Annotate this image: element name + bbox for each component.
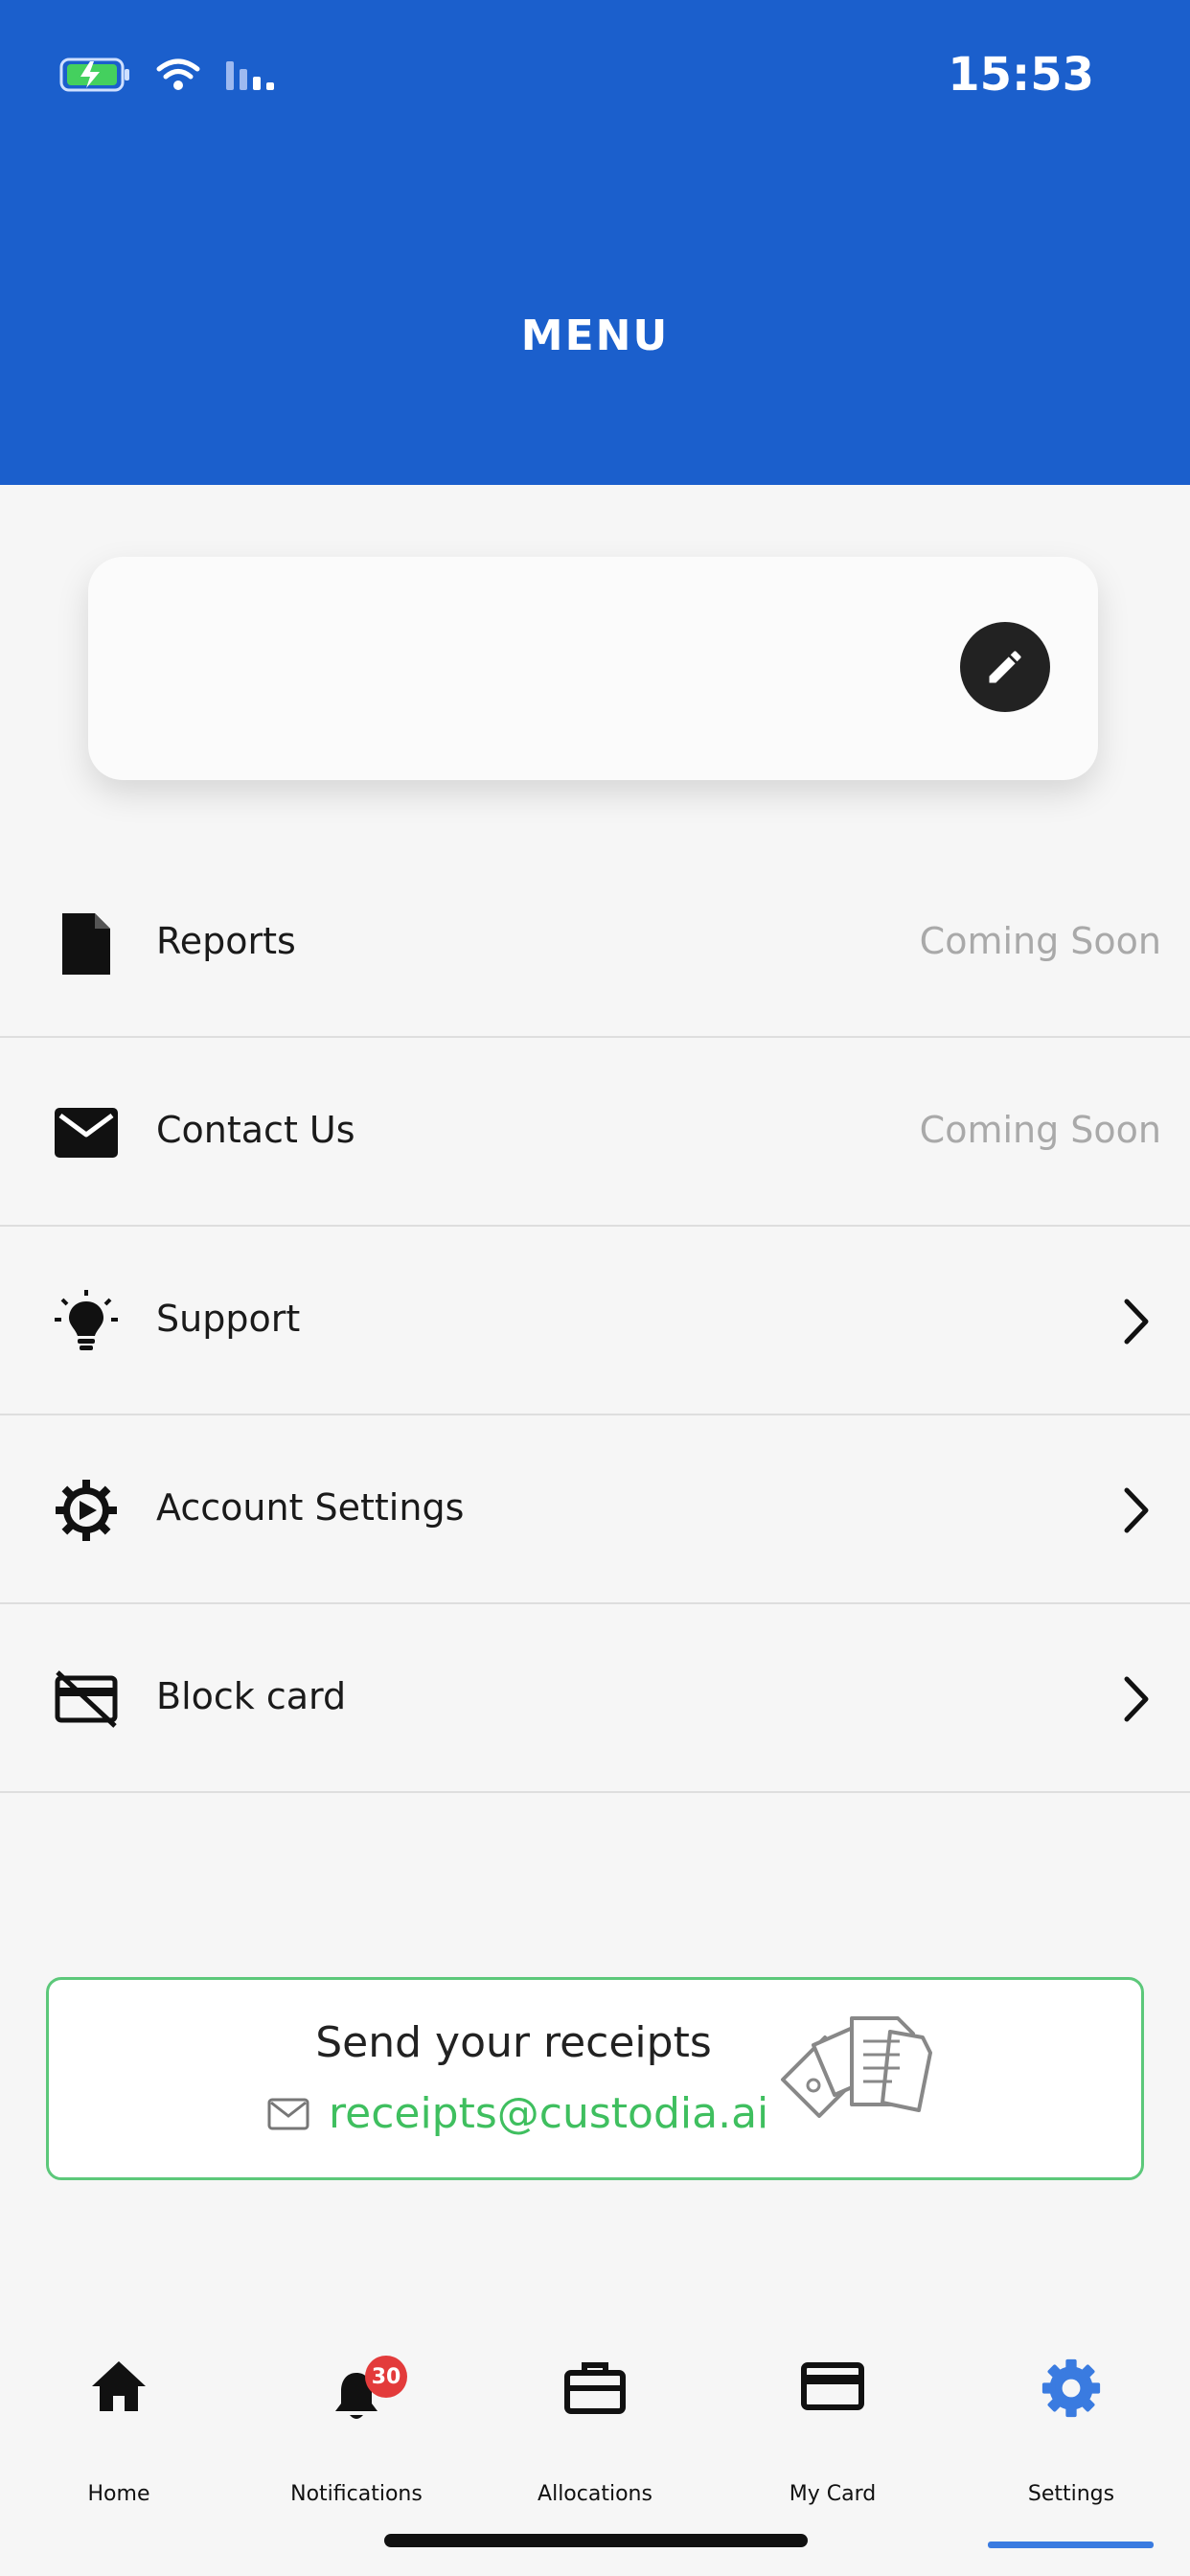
receipts-illustration-icon	[781, 2016, 932, 2118]
menu-item-label: Contact Us	[156, 1109, 355, 1151]
signal-icon	[226, 61, 274, 90]
menu-item-account-settings[interactable]: Account Settings	[0, 1415, 1190, 1604]
battery-icon	[59, 58, 129, 92]
notification-badge: 30	[365, 2356, 407, 2398]
receipts-banner[interactable]: Send your receipts receipts@custodia.ai	[46, 1977, 1144, 2180]
menu-item-label: Block card	[156, 1675, 347, 1717]
nav-item-allocations[interactable]: Allocations	[476, 2329, 714, 2520]
status-icons	[56, 56, 282, 94]
home-indicator	[384, 2534, 808, 2547]
chevron-right-icon	[1124, 1676, 1149, 1722]
home-icon	[92, 2361, 146, 2411]
gear-icon	[53, 1477, 120, 1544]
header: 15:53 MENU	[0, 0, 1190, 485]
nav-label: Settings	[1027, 2482, 1115, 2506]
nav-item-home[interactable]: Home	[0, 2329, 238, 2520]
menu-item-block-card[interactable]: Block card	[0, 1604, 1190, 1793]
profile-card[interactable]	[88, 557, 1098, 780]
chevron-right-icon	[1124, 1487, 1149, 1533]
menu-item-label: Account Settings	[156, 1486, 465, 1529]
menu-item-label: Support	[156, 1298, 301, 1340]
nav-label: Home	[87, 2482, 150, 2506]
nav-item-settings[interactable]: Settings	[952, 2329, 1190, 2520]
nav-label: Allocations	[538, 2482, 652, 2506]
menu-item-support[interactable]: Support	[0, 1227, 1190, 1415]
coming-soon-label: Coming Soon	[919, 920, 1161, 962]
status-time: 15:53	[948, 48, 1094, 102]
coming-soon-label: Coming Soon	[919, 1109, 1161, 1151]
nav-item-my-card[interactable]: My Card	[714, 2329, 951, 2520]
receipts-email-link[interactable]: receipts@custodia.ai	[329, 2089, 768, 2138]
mail-outline-icon	[267, 2098, 309, 2129]
menu-list: Reports Coming Soon Contact Us Coming So…	[0, 849, 1190, 1793]
wifi-icon	[156, 58, 200, 90]
lightbulb-icon	[53, 1288, 120, 1355]
menu-item-contact-us[interactable]: Contact Us Coming Soon	[0, 1038, 1190, 1227]
menu-item-reports[interactable]: Reports Coming Soon	[0, 849, 1190, 1038]
nav-label: My Card	[789, 2482, 877, 2506]
menu-item-label: Reports	[156, 920, 296, 962]
credit-card-icon	[801, 2362, 864, 2410]
briefcase-icon	[564, 2362, 626, 2414]
chevron-right-icon	[1124, 1299, 1149, 1345]
edit-profile-button[interactable]	[960, 622, 1050, 712]
active-tab-indicator	[988, 2542, 1154, 2548]
receipts-email-row[interactable]: receipts@custodia.ai	[267, 2089, 768, 2138]
document-icon	[53, 910, 120, 978]
envelope-icon	[53, 1099, 120, 1166]
gear-icon	[1041, 2358, 1101, 2418]
nav-item-notifications[interactable]: 30 Notifications	[238, 2329, 475, 2520]
pencil-icon	[989, 651, 1021, 683]
nav-label: Notifications	[290, 2482, 423, 2506]
card-blocked-icon	[53, 1666, 120, 1733]
page-title: MENU	[520, 311, 670, 360]
